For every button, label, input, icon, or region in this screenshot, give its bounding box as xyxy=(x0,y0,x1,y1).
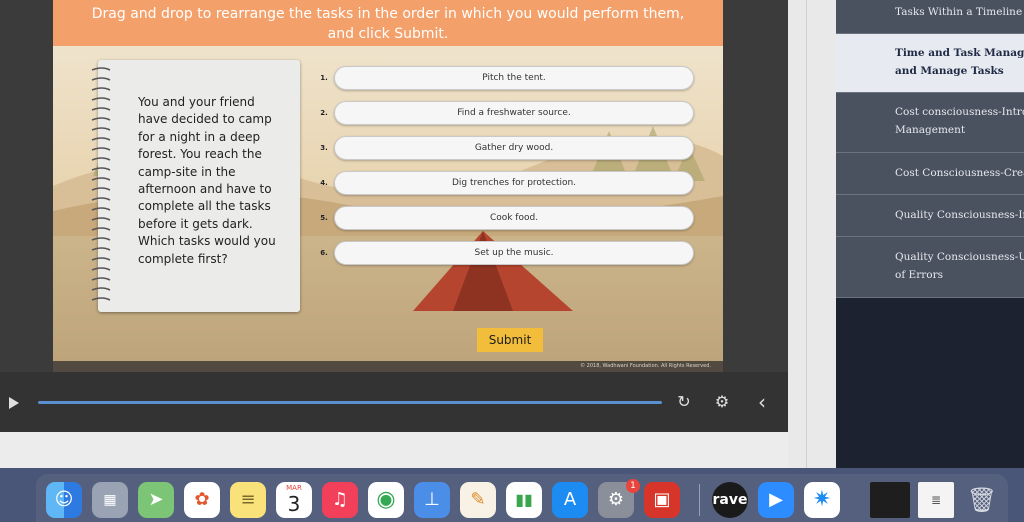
task-number: 1. xyxy=(320,74,328,82)
draggable-task[interactable]: Find a freshwater source. xyxy=(334,101,694,125)
outline-item[interactable]: Quality Consciousness-Un of Errors xyxy=(836,237,1024,298)
collapse-chevron-icon[interactable]: ‹ xyxy=(752,392,772,412)
window-gutter xyxy=(788,0,836,468)
outline-item-label: Time and Task Managem xyxy=(895,47,1024,59)
outline-item-label-2: of Errors xyxy=(895,268,943,281)
instruction-line-1: Drag and drop to rearrange the tasks in … xyxy=(91,6,685,22)
photo-booth-icon[interactable]: ▣ xyxy=(644,482,680,518)
rave-icon[interactable]: rave xyxy=(712,482,748,518)
chrome-icon[interactable]: ◉ xyxy=(368,482,404,518)
settings-gear-icon[interactable]: ⚙ xyxy=(712,392,732,412)
draggable-task[interactable]: Dig trenches for protection. xyxy=(334,171,694,195)
calendar-day: 3 xyxy=(287,492,301,516)
keynote-icon[interactable]: ⊥ xyxy=(414,482,450,518)
outline-item[interactable]: Tasks Within a Timeline xyxy=(836,0,1024,34)
numbers-icon[interactable]: ▮▮ xyxy=(506,482,542,518)
zoom-icon[interactable]: ▶ xyxy=(758,482,794,518)
draggable-task[interactable]: Pitch the tent. xyxy=(334,66,694,90)
progress-bar[interactable] xyxy=(38,401,662,404)
maps-icon[interactable]: ➤ xyxy=(138,482,174,518)
tent-illustration xyxy=(413,231,573,311)
outline-item-label-2: Management xyxy=(895,123,966,136)
instruction-line-2: and click Submit. xyxy=(327,26,449,42)
replay-icon[interactable]: ↻ xyxy=(674,392,694,412)
outline-item-active[interactable]: Time and Task Managem and Manage Tasks xyxy=(836,34,1024,93)
outline-item-label: Tasks Within a Timeline xyxy=(895,6,1023,18)
finder-icon[interactable]: ☺ xyxy=(46,482,82,518)
instruction-header: Drag and drop to rearrange the tasks in … xyxy=(53,0,723,46)
outline-item[interactable]: Cost consciousness-Introdu Management xyxy=(836,93,1024,153)
outline-item-label: Quality Consciousness-Un xyxy=(895,251,1024,263)
outline-item-label-2: and Manage Tasks xyxy=(895,64,1004,77)
pages-icon[interactable]: ✎ xyxy=(460,482,496,518)
submit-button[interactable]: Submit xyxy=(477,328,543,352)
calendar-icon[interactable]: MAR 3 xyxy=(276,482,312,518)
outline-item-label: Cost Consciousness-Create xyxy=(895,167,1024,179)
task-number: 2. xyxy=(320,109,328,117)
safari-icon[interactable]: ✷ xyxy=(804,482,840,518)
spiral-binding-icon xyxy=(91,67,111,301)
task-number: 3. xyxy=(320,144,328,152)
draggable-task[interactable]: Set up the music. xyxy=(334,241,694,265)
music-icon[interactable]: ♫ xyxy=(322,482,358,518)
copyright-bar: © 2018, Wadhwani Foundation. All Rights … xyxy=(53,361,723,372)
outline-item[interactable]: Quality Consciousness-Intr xyxy=(836,195,1024,237)
window-thumb-icon[interactable] xyxy=(870,482,910,518)
app-store-icon[interactable]: A xyxy=(552,482,588,518)
notification-badge: 1 xyxy=(626,479,640,493)
document-thumb-icon[interactable]: ≣ xyxy=(918,482,954,518)
task-number: 4. xyxy=(320,179,328,187)
task-number: 5. xyxy=(320,214,328,222)
play-icon[interactable] xyxy=(9,397,19,409)
outline-item-label: Quality Consciousness-Intr xyxy=(895,209,1024,221)
sidebar-empty-area xyxy=(836,298,1024,468)
photos-icon[interactable]: ✿ xyxy=(184,482,220,518)
task-number: 6. xyxy=(320,249,328,257)
draggable-task[interactable]: Cook food. xyxy=(334,206,694,230)
dock-separator xyxy=(699,484,700,516)
scenario-text: You and your friend have decided to camp… xyxy=(138,95,276,266)
draggable-task[interactable]: Gather dry wood. xyxy=(334,136,694,160)
launchpad-icon[interactable]: ▦ xyxy=(92,482,128,518)
outline-item[interactable]: Cost Consciousness-Create xyxy=(836,153,1024,195)
notes-icon[interactable]: ≡ xyxy=(230,482,266,518)
copyright-text: © 2018, Wadhwani Foundation. All Rights … xyxy=(580,363,711,369)
outline-item-label: Cost consciousness-Introdu xyxy=(895,106,1024,118)
trash-icon[interactable]: 🗑 xyxy=(964,482,1000,518)
divider xyxy=(806,0,807,468)
